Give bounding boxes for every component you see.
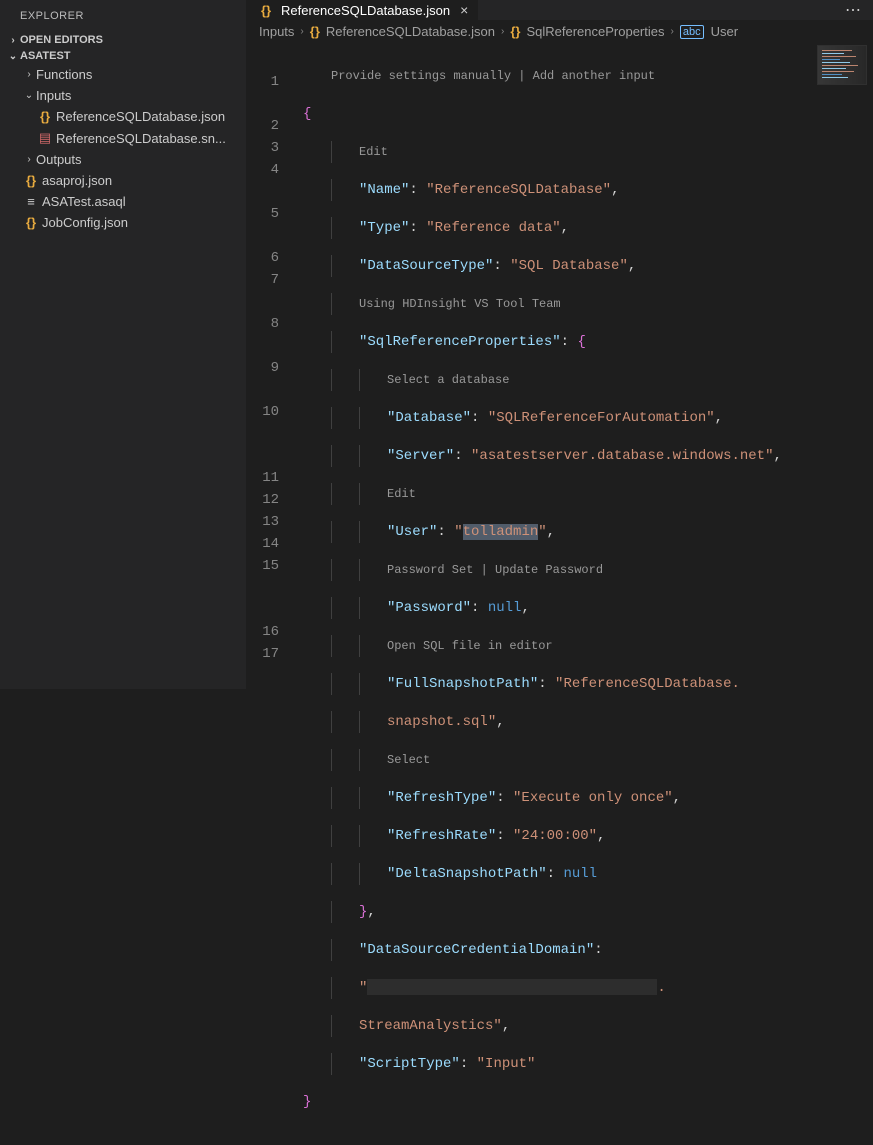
file-reference-snapshot[interactable]: ▤ ReferenceSQLDatabase.sn...: [0, 127, 246, 149]
tab-bar: {} ReferenceSQLDatabase.json × ⋯: [247, 0, 873, 20]
folder-inputs[interactable]: ⌄ Inputs: [0, 85, 246, 106]
file-asatest[interactable]: ≡ ASATest.asaql: [0, 191, 246, 212]
chevron-down-icon: ⌄: [22, 90, 36, 101]
folder-functions[interactable]: › Functions: [0, 64, 246, 85]
chevron-right-icon: ›: [298, 26, 305, 37]
string-field-icon: abc: [680, 25, 704, 39]
folder-outputs[interactable]: › Outputs: [0, 149, 246, 170]
codelens-edit[interactable]: Edit: [359, 145, 388, 159]
explorer-title: EXPLORER: [0, 0, 246, 30]
tab-reference-json[interactable]: {} ReferenceSQLDatabase.json ×: [247, 0, 479, 20]
breadcrumb-prop[interactable]: SqlReferenceProperties: [526, 24, 664, 39]
open-editors-section[interactable]: › OPEN EDITORS: [0, 32, 246, 48]
breadcrumb-file[interactable]: ReferenceSQLDatabase.json: [326, 24, 495, 39]
more-actions-icon[interactable]: ⋯: [833, 0, 873, 20]
file-reference-json[interactable]: {} ReferenceSQLDatabase.json: [0, 106, 246, 127]
codelens-selectdb[interactable]: Select a database: [387, 373, 509, 387]
editor-main: {} ReferenceSQLDatabase.json × ⋯ Inputs …: [247, 0, 873, 689]
line-gutter: 1 2 3 4 5 6 7 8 9 10 11 12 13 14 15 16: [247, 43, 297, 1145]
json-object-icon: {}: [510, 24, 520, 39]
json-file-icon: {}: [22, 215, 40, 230]
breadcrumb-inputs[interactable]: Inputs: [259, 24, 294, 39]
breadcrumb[interactable]: Inputs › {} ReferenceSQLDatabase.json › …: [247, 20, 873, 43]
file-asaproj[interactable]: {} asaproj.json: [0, 170, 246, 191]
project-section[interactable]: ⌄ ASATEST: [0, 48, 246, 64]
chevron-right-icon: ›: [499, 26, 506, 37]
chevron-right-icon: ›: [669, 26, 676, 37]
json-file-icon: {}: [36, 109, 54, 124]
editor[interactable]: 1 2 3 4 5 6 7 8 9 10 11 12 13 14 15 16: [247, 43, 873, 1145]
chevron-right-icon: ›: [22, 69, 36, 80]
asaql-file-icon: ≡: [22, 194, 40, 209]
db-file-icon: ▤: [36, 130, 54, 146]
json-file-icon: {}: [22, 173, 40, 188]
file-jobconfig[interactable]: {} JobConfig.json: [0, 212, 246, 233]
explorer-sidebar: EXPLORER › OPEN EDITORS ⌄ ASATEST › Func…: [0, 0, 247, 689]
codelens-pwd[interactable]: Password Set | Update Password: [387, 563, 603, 577]
json-file-icon: {}: [257, 3, 275, 18]
codelens-top[interactable]: Provide settings manually | Add another …: [331, 69, 655, 83]
codelens-select[interactable]: Select: [387, 753, 430, 767]
redacted-domain: [367, 979, 657, 995]
code-area[interactable]: Provide settings manually | Add another …: [297, 43, 873, 1145]
chevron-right-icon: ›: [6, 35, 20, 46]
codelens-opensql[interactable]: Open SQL file in editor: [387, 639, 553, 653]
codelens-tool[interactable]: Using HDInsight VS Tool Team: [359, 297, 561, 311]
chevron-down-icon: ⌄: [6, 51, 20, 62]
chevron-right-icon: ›: [22, 154, 36, 165]
close-tab-icon[interactable]: ×: [460, 2, 468, 18]
breadcrumb-user[interactable]: User: [711, 24, 738, 39]
json-file-icon: {}: [310, 24, 320, 39]
codelens-edit2[interactable]: Edit: [387, 487, 416, 501]
